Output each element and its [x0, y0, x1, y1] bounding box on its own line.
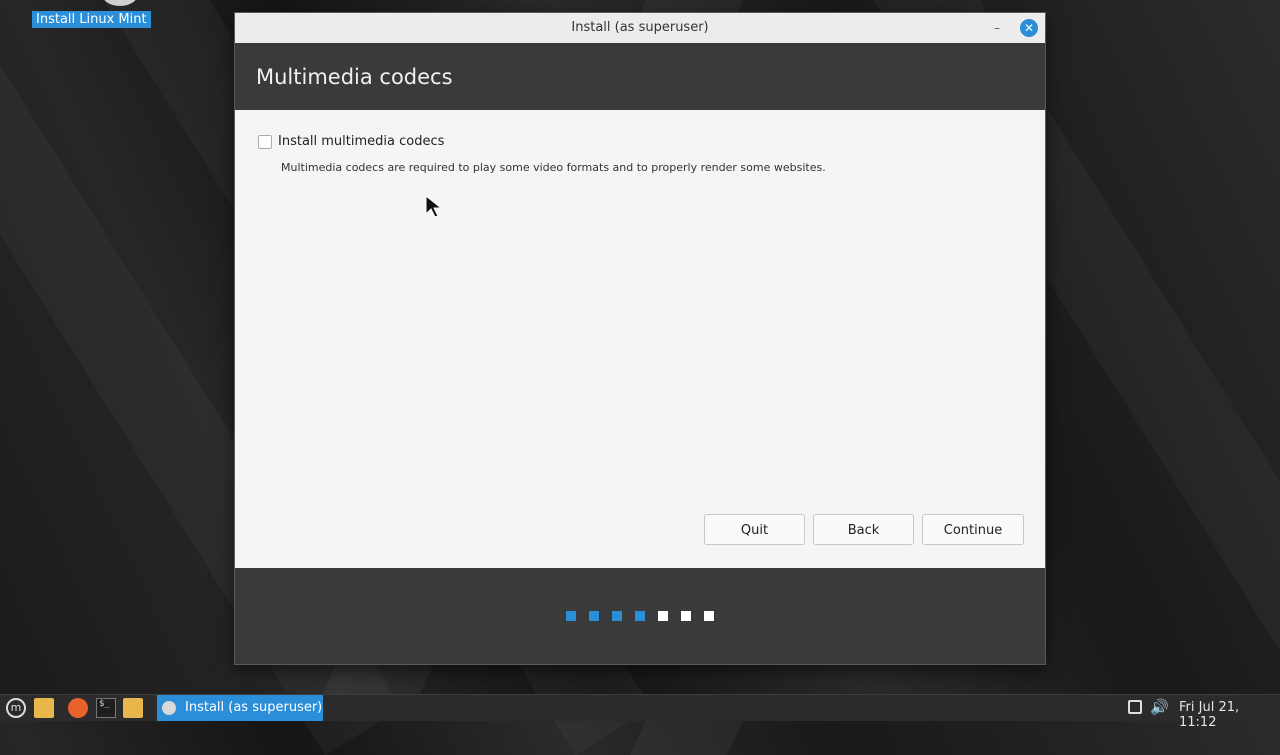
desktop-icon-label: Install Linux Mint — [32, 11, 151, 28]
files-icon[interactable] — [34, 698, 54, 718]
progress-step-dot — [589, 611, 599, 621]
mint-menu-icon[interactable]: m — [6, 698, 26, 718]
volume-icon[interactable]: 🔊 — [1150, 698, 1169, 716]
progress-step-dot — [566, 611, 576, 621]
progress-step-dot — [635, 611, 645, 621]
installer-window: Install (as superuser) – ✕ Multimedia co… — [235, 13, 1045, 664]
progress-step-dot — [658, 611, 668, 621]
back-button[interactable]: Back — [813, 514, 914, 545]
quit-button[interactable]: Quit — [704, 514, 805, 545]
title-bar[interactable]: Install (as superuser) – ✕ — [235, 13, 1045, 44]
progress-indicator — [566, 611, 714, 621]
progress-step-dot — [704, 611, 714, 621]
taskbar: m $_ Install (as superuser) 🔊 Fri Jul 21… — [0, 694, 1280, 730]
firefox-icon[interactable] — [68, 698, 88, 718]
page-header: Multimedia codecs — [235, 43, 1045, 110]
progress-step-dot — [681, 611, 691, 621]
display-icon[interactable] — [1128, 700, 1142, 714]
codecs-description: Multimedia codecs are required to play s… — [281, 161, 826, 174]
continue-button[interactable]: Continue — [922, 514, 1024, 545]
page-title: Multimedia codecs — [256, 65, 453, 89]
installer-icon — [162, 701, 176, 715]
close-button[interactable]: ✕ — [1020, 19, 1038, 37]
close-icon: ✕ — [1023, 21, 1035, 35]
folder-icon[interactable] — [123, 698, 143, 718]
progress-step-dot — [612, 611, 622, 621]
terminal-icon[interactable]: $_ — [96, 698, 116, 718]
progress-footer — [235, 568, 1045, 664]
taskbar-task-installer[interactable]: Install (as superuser) — [157, 695, 323, 721]
install-codecs-option[interactable]: Install multimedia codecs — [258, 134, 444, 149]
window-title: Install (as superuser) — [571, 20, 709, 35]
install-codecs-label[interactable]: Install multimedia codecs — [278, 134, 444, 149]
task-label: Install (as superuser) — [185, 700, 323, 715]
mouse-pointer-icon — [425, 195, 443, 218]
install-codecs-checkbox[interactable] — [258, 134, 272, 149]
clock[interactable]: Fri Jul 21, 11:12 — [1179, 700, 1280, 730]
minimize-button[interactable]: – — [989, 19, 1005, 35]
page-content: Install multimedia codecs Multimedia cod… — [235, 110, 1045, 568]
